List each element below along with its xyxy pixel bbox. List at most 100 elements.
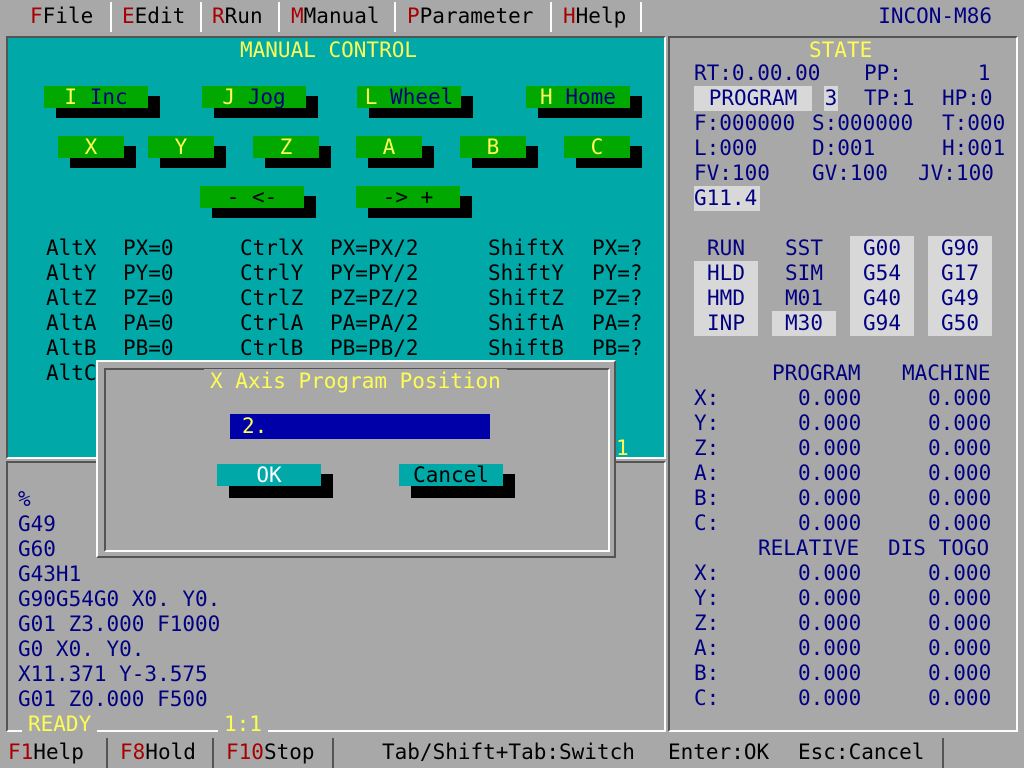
spindle-readout: S:000000 xyxy=(812,111,914,135)
button-label: Wheel xyxy=(390,85,454,109)
shortcut-cell: PB=? xyxy=(592,336,643,360)
jog-mode-button[interactable]: J Jog xyxy=(202,86,318,118)
enter-hint: Enter:OK xyxy=(668,740,770,764)
axis-value: 0.000 xyxy=(798,661,862,685)
home-mode-button[interactable]: H Home xyxy=(526,85,642,118)
shortcut-cell: PZ=0 xyxy=(123,286,174,310)
axis-position-dialog: X Axis Program Position 2. OK Cancel xyxy=(96,360,616,558)
status-bar: F1Help F8Hold F10Stop Tab/Shift+Tab:Swit… xyxy=(0,736,1024,768)
menu-label: Help xyxy=(575,4,627,28)
axis-value: 0.000 xyxy=(798,486,862,510)
status-divider xyxy=(212,738,214,768)
axis-label: Z: xyxy=(694,611,720,635)
hp-readout: HP:0 xyxy=(942,86,993,110)
menu-run[interactable]: RRun xyxy=(212,3,263,30)
help-key[interactable]: F1Help xyxy=(8,738,84,766)
wheel-mode-button[interactable]: L Wheel xyxy=(357,85,473,118)
mode-indicator: HMD xyxy=(694,286,758,311)
menu-label: Edit xyxy=(134,4,186,28)
button-label: X xyxy=(58,136,124,158)
mode-indicator: G40 xyxy=(850,286,914,311)
program-header: PROGRAM xyxy=(772,361,861,385)
button-label: - <- xyxy=(200,186,304,208)
shortcut-cell: CtrlB xyxy=(240,336,304,360)
status-divider xyxy=(332,738,334,768)
hotkey: H xyxy=(540,85,553,109)
axis-value: 0.000 xyxy=(798,461,862,485)
mode-indicator: G49 xyxy=(928,286,992,311)
program-line: G43H1 xyxy=(18,562,82,586)
program-line: G90G54G0 X0. Y0. xyxy=(18,587,221,611)
shortcut-cell: PA=? xyxy=(592,311,643,335)
shortcut-cell: PY=PY/2 xyxy=(330,261,419,285)
escape-hint: Esc:Cancel xyxy=(798,740,925,764)
menu-divider xyxy=(278,2,280,32)
panel-title: MANUAL CONTROL xyxy=(234,38,424,63)
button-label: C xyxy=(564,136,630,158)
axis-value: 0.000 xyxy=(798,561,862,585)
menu-edit[interactable]: EEdit xyxy=(122,3,185,30)
program-line: G01 Z0.000 F500 xyxy=(18,687,208,711)
axis-value: 0.000 xyxy=(798,586,862,610)
shortcut-cell: CtrlZ xyxy=(240,286,304,310)
button-label: A xyxy=(356,136,422,158)
shortcut-cell: PZ=PZ/2 xyxy=(330,286,419,310)
mode-indicator: SIM xyxy=(785,261,823,285)
corner-value: 1 xyxy=(616,436,629,460)
machine-header: MACHINE xyxy=(902,361,991,385)
stop-key[interactable]: F10Stop xyxy=(226,738,315,766)
menu-hotkey: E xyxy=(122,4,135,28)
fkey-label: Help xyxy=(33,740,84,764)
button-label: Cancel xyxy=(399,464,503,486)
manual-title: MANUAL CONTROL xyxy=(234,38,424,62)
shortcut-cell: ShiftX xyxy=(488,236,564,260)
state-panel: STATE RT:0.00.00 PP: 1 PROGRAM 3 TP:1 HP… xyxy=(668,36,1018,732)
button-label: Jog xyxy=(247,85,286,109)
button-label: Z xyxy=(253,136,319,158)
mode-indicator: G54 xyxy=(850,261,914,286)
mode-indicator: G50 xyxy=(928,311,992,336)
fkey: F1 xyxy=(8,740,34,764)
inc-mode-button[interactable]: I Inc xyxy=(44,85,160,118)
position-input[interactable]: 2. xyxy=(230,414,490,439)
axis-label: B: xyxy=(694,486,720,510)
button-label: Y xyxy=(148,136,214,158)
shortcut-cell: CtrlA xyxy=(240,311,304,335)
menu-file[interactable]: FFile xyxy=(30,3,93,30)
mode-indicator: RUN xyxy=(707,236,745,260)
menu-label: Manual xyxy=(303,4,380,28)
mode-indicator: HLD xyxy=(694,261,758,286)
gv-readout: GV:100 xyxy=(812,161,888,185)
mode-indicator: SST xyxy=(785,236,823,260)
menu-manual[interactable]: MManual xyxy=(291,3,380,30)
menu-hotkey: R xyxy=(212,4,225,28)
menu-divider xyxy=(394,2,396,32)
hold-key[interactable]: F8Hold xyxy=(120,738,196,766)
status-divider xyxy=(106,738,108,768)
axis-label: A: xyxy=(694,461,720,485)
axis-label: X: xyxy=(694,386,720,410)
mode-indicator: G00 xyxy=(850,236,914,261)
program-line: G01 Z3.000 F1000 xyxy=(18,612,221,636)
menu-help[interactable]: HHelp xyxy=(563,3,626,30)
axis-label: X: xyxy=(694,561,720,585)
shortcut-cell: CtrlX xyxy=(240,236,304,260)
button-label: B xyxy=(460,136,526,158)
axis-value: 0.000 xyxy=(798,686,862,710)
d-readout: D:001 xyxy=(812,136,876,160)
hotkey: I xyxy=(64,85,78,109)
menu-hotkey: F xyxy=(30,4,43,28)
mode-indicator: G17 xyxy=(928,261,992,286)
axis-value: 0.000 xyxy=(928,611,992,635)
program-line: G0 X0. Y0. xyxy=(18,637,145,661)
shortcut-cell: ShiftB xyxy=(488,336,564,360)
menu-divider xyxy=(640,2,642,32)
axis-label: B: xyxy=(694,661,720,685)
mode-indicator: G94 xyxy=(850,311,914,336)
menu-parameter[interactable]: PParameter xyxy=(407,3,533,30)
menu-label: Run xyxy=(224,4,263,28)
relative-header: RELATIVE xyxy=(758,536,860,560)
axis-value: 0.000 xyxy=(928,636,992,660)
app-title: INCON-M86 xyxy=(878,4,992,28)
hotkey: L xyxy=(364,85,378,109)
